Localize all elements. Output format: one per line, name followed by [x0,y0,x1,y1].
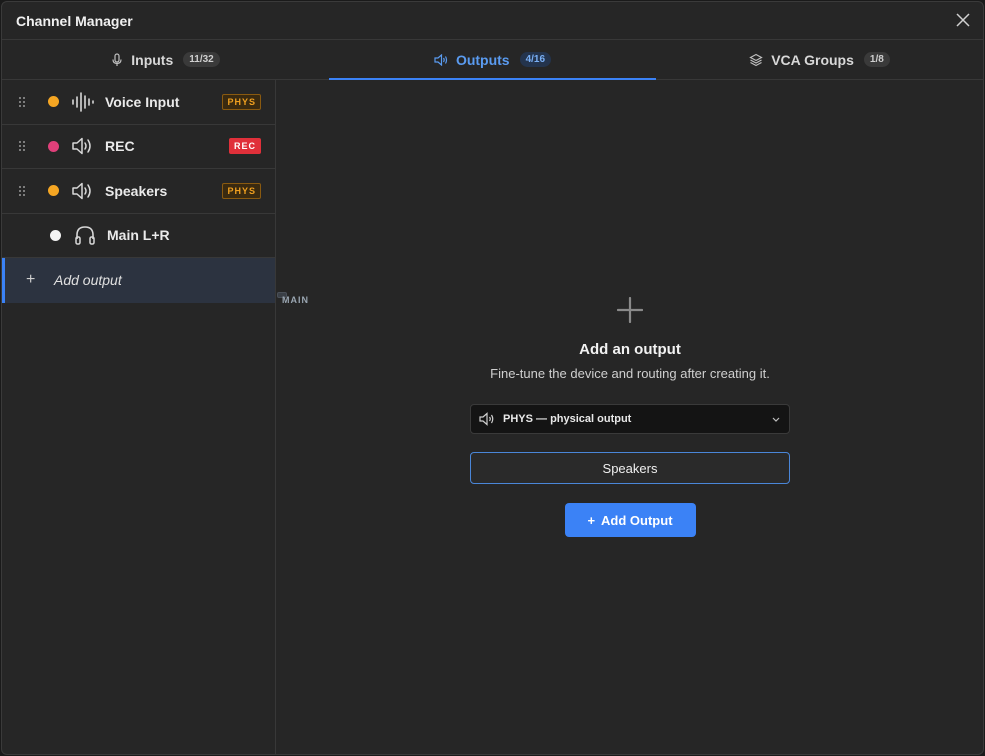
add-output-item[interactable]: + Add output [2,258,275,303]
tab-inputs-label: Inputs [131,51,174,68]
speaker-icon [479,412,495,426]
speaker-icon [71,181,95,201]
waveform-icon [71,91,95,112]
dialog-title: Channel Manager [16,12,133,29]
plus-icon: + [587,512,596,528]
form-heading: Add an output [579,341,681,358]
output-type-value: PHYS — physical output [503,413,632,425]
output-editor-panel: Add an output Fine-tune the device and r… [277,80,983,754]
tab-bar: Inputs 11/32 Outputs 4/16 VCA Groups 1/8 [2,40,983,80]
output-type-tag: PHYS [222,182,261,199]
status-dot [48,185,59,197]
tab-outputs-count: 4/16 [519,52,552,67]
output-row-speakers[interactable]: Speakers PHYS [2,169,275,214]
output-row-rec[interactable]: REC REC [2,125,275,169]
close-button[interactable] [953,10,973,30]
output-type-tag: REC [228,138,261,155]
layers-icon [749,53,763,67]
title-bar: Channel Manager [2,2,983,40]
headphones-icon [74,225,96,245]
channel-manager-dialog: Channel Manager Inputs 11/32 Outputs 4/1… [1,1,984,755]
tab-outputs-label: Outputs [455,51,510,68]
output-row-voice-input[interactable]: Voice Input PHYS [2,80,275,125]
output-label: REC [105,138,135,155]
tab-vca-groups-label: VCA Groups [771,51,854,68]
drag-handle-icon[interactable] [19,141,27,152]
status-dot [48,96,59,108]
tab-outputs[interactable]: Outputs 4/16 [329,40,656,80]
chevron-down-icon [772,417,780,422]
add-output-label: Add output [54,272,122,289]
drag-handle-icon[interactable] [19,96,27,107]
drag-handle-icon[interactable] [19,185,27,196]
plus-icon: + [26,271,36,289]
output-label: Main L+R [107,227,170,244]
output-label: Speakers [105,182,168,199]
output-row-main-lr[interactable]: Main L+R MAIN [2,214,308,305]
add-output-button[interactable]: + Add Output [564,503,696,537]
tab-vca-groups[interactable]: VCA Groups 1/8 [656,40,983,79]
tab-inputs-count: 11/32 [183,52,220,67]
output-name-input[interactable] [470,452,790,484]
plus-icon [616,296,644,324]
mic-icon [111,52,123,67]
speaker-icon [434,53,448,66]
close-icon [956,13,970,27]
tab-inputs[interactable]: Inputs 11/32 [2,40,329,79]
form-subtext: Fine-tune the device and routing after c… [490,366,770,381]
speaker-icon [71,136,95,156]
add-output-form: Add an output Fine-tune the device and r… [277,296,983,537]
add-output-button-label: Add Output [601,512,673,528]
output-type-select[interactable]: PHYS — physical output [470,404,790,434]
output-list: Voice Input PHYS REC REC Speakers PHYS M… [2,80,308,754]
output-label: Voice Input [105,93,180,110]
output-type-tag: PHYS [222,93,261,110]
status-dot [50,229,61,241]
tab-vca-groups-count: 1/8 [863,52,890,67]
status-dot [48,140,59,152]
